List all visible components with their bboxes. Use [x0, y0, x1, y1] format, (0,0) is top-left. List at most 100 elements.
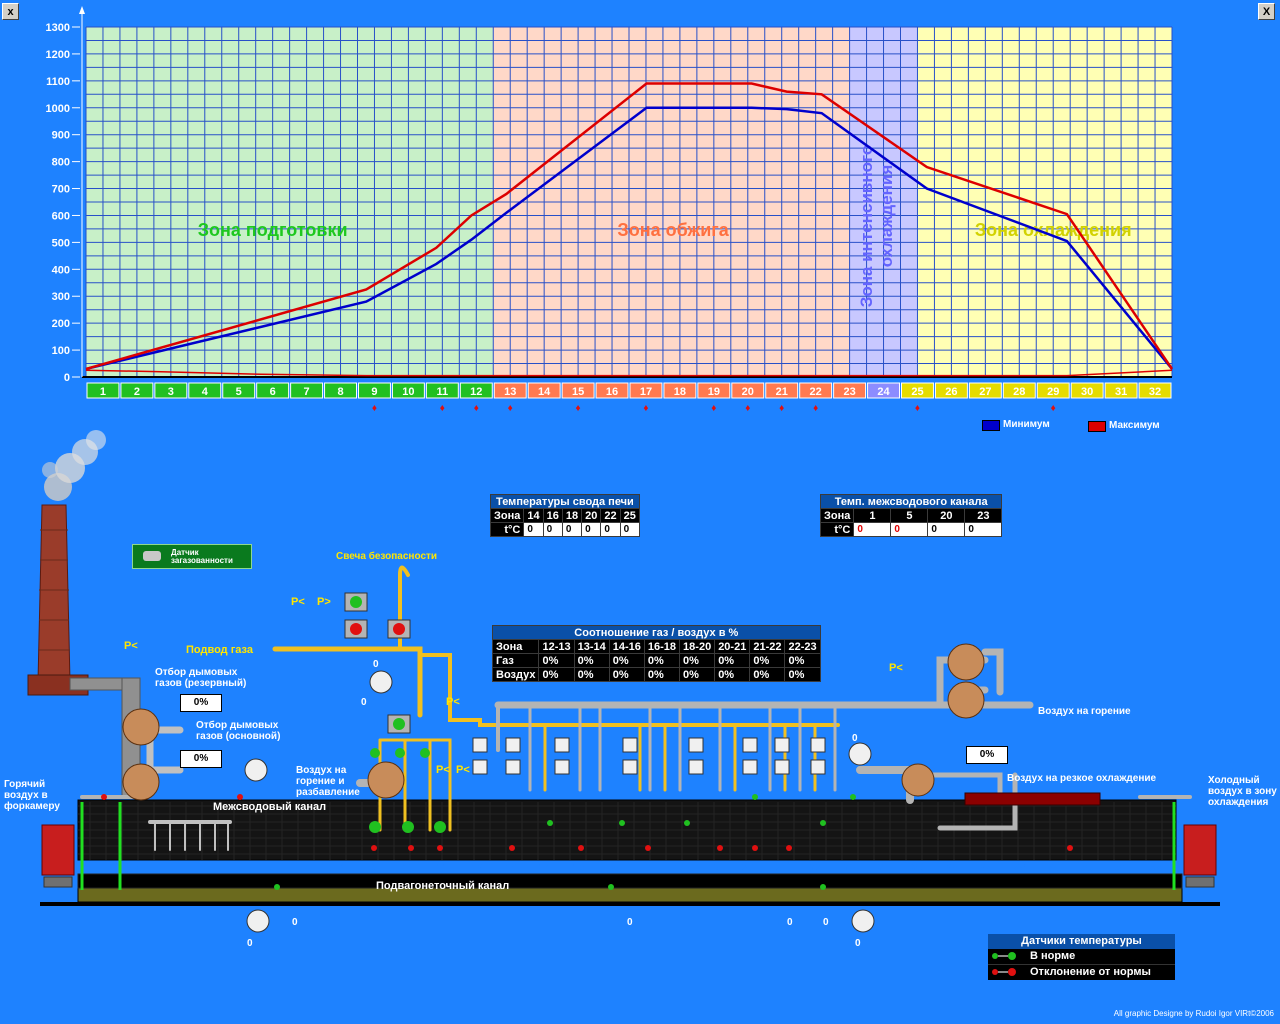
- zone-number: 13: [504, 386, 516, 398]
- kiln-position-number: 21: [775, 862, 788, 874]
- kiln-position-number: 9: [371, 862, 378, 874]
- temperature-sensor-icon: [619, 820, 625, 826]
- marker-icon: ♦: [813, 403, 818, 414]
- channel-temp-value: 0: [890, 522, 929, 537]
- kiln-position-number: 1: [99, 862, 107, 874]
- chimney: [27, 504, 89, 696]
- gas-sensor-button[interactable]: Датчик загазованности: [132, 544, 252, 569]
- gas-value: 0%: [643, 653, 681, 668]
- burner-control: [688, 737, 704, 753]
- burner-control: [742, 737, 758, 753]
- gas-air-zone: 12-13: [538, 639, 575, 654]
- zone-number: 8: [337, 386, 343, 398]
- burner-control: [774, 759, 790, 775]
- kiln-position-number: 22: [809, 862, 822, 874]
- marker-icon: ♦: [474, 403, 479, 414]
- marker-icon: ♦: [372, 403, 377, 414]
- marker-icon: ♦: [1051, 403, 1056, 414]
- vault-temp-header: t°C: [489, 522, 525, 537]
- undercar-channel-label: Подвагонеточный канал: [376, 880, 510, 892]
- air-value: 0%: [714, 667, 751, 682]
- zone-number: 11: [437, 386, 449, 398]
- zone-number: 10: [402, 386, 414, 398]
- zone-number: 6: [270, 386, 276, 398]
- temperature-sensor-icon: [786, 845, 792, 851]
- y-tick-label: 0: [64, 372, 70, 384]
- temperature-sensor-icon: [820, 820, 826, 826]
- burner-control: [622, 759, 638, 775]
- smoke: [42, 430, 106, 501]
- zone-number: 32: [1149, 386, 1161, 398]
- kiln-position-number: 24: [877, 862, 890, 874]
- temperature-sensor-icon: [850, 794, 856, 800]
- burner-control: [810, 759, 826, 775]
- deviation-sensor-icon: [1008, 968, 1016, 976]
- safety-candle-label: Свеча безопасности: [336, 551, 438, 562]
- zone-number: 18: [674, 386, 686, 398]
- quick-cool-percent: 0%: [966, 746, 1008, 764]
- gas-air-zone: 18-20: [679, 639, 716, 654]
- temperature-sensor-icon: [752, 845, 758, 851]
- air-value: 0%: [643, 667, 681, 682]
- gas-value: 0%: [608, 653, 645, 668]
- zone-number: 24: [877, 386, 890, 398]
- y-tick-label: 1100: [46, 76, 70, 88]
- gas-value: 0%: [784, 653, 821, 668]
- y-tick-label: 1300: [46, 22, 70, 34]
- sensor-line-icon: [998, 955, 1008, 957]
- kiln-position-number: 10: [402, 862, 415, 874]
- vault-zone: 25: [619, 508, 640, 523]
- temperature-sensor-icon: [717, 845, 723, 851]
- zone-number: 15: [572, 386, 584, 398]
- flue-main-percent: 0%: [180, 750, 222, 768]
- quick-cool-air-label: Воздух на резкое охлаждение: [1007, 773, 1157, 784]
- flue-reserve-label: Отбор дымовых газов (резервный): [155, 667, 247, 689]
- pressure-less-icon: P<: [436, 764, 450, 776]
- marker-icon: ♦: [915, 403, 920, 414]
- zone-label: Зона интенсивного: [857, 145, 876, 308]
- pressure-less-icon: P<: [446, 696, 460, 708]
- vault-temp-value: 0: [600, 522, 621, 537]
- marker-icon: ♦: [779, 403, 784, 414]
- zone-number: 2: [134, 386, 140, 398]
- marker-icon: ♦: [711, 403, 716, 414]
- kiln-position-number: 13: [504, 862, 517, 874]
- kiln-position-number: 14: [538, 862, 551, 874]
- brick-cart-right: [1183, 824, 1217, 888]
- gas-air-title: Соотношение газ / воздух в %: [492, 625, 821, 640]
- zone-number: 3: [168, 386, 174, 398]
- y-tick-label: 500: [52, 237, 70, 249]
- channel-zone-header: Зона: [819, 508, 855, 523]
- channel-zone: 5: [890, 508, 929, 523]
- marker-icon: ♦: [745, 403, 750, 414]
- gas-sensor-icon: [143, 551, 161, 561]
- vault-zone: 18: [561, 508, 583, 523]
- burn-air-dilution-label: Воздух на горение и разбавление: [296, 765, 360, 798]
- kiln-position-number: 25: [911, 862, 924, 874]
- kiln-position-number: 4: [201, 862, 208, 874]
- gas-value: 0%: [679, 653, 716, 668]
- kiln-position-number: 27: [979, 862, 992, 874]
- gauge-value: 0: [627, 917, 633, 928]
- channel-zone: 20: [927, 508, 966, 523]
- normal-sensor-icon: [1008, 952, 1016, 960]
- gas-value: 0%: [749, 653, 786, 668]
- zone-number: 1: [100, 386, 106, 398]
- air-row-header: Воздух: [491, 667, 540, 682]
- channel-temp-value: 0: [964, 522, 1003, 537]
- gauge-value: 0: [855, 938, 861, 949]
- zone-number: 30: [1081, 386, 1093, 398]
- legend-min-label: Минимум: [1003, 419, 1050, 430]
- temperature-sensor-icon: [820, 884, 826, 890]
- kiln-position-number: 20: [741, 862, 754, 874]
- zone-number: 23: [843, 386, 855, 398]
- temperature-sensor-icon: [274, 884, 280, 890]
- marker-icon: ♦: [508, 403, 513, 414]
- zone-number: 17: [640, 386, 652, 398]
- zone-number: 29: [1047, 386, 1059, 398]
- vault-temp-value: 0: [581, 522, 602, 537]
- gauge-value: 0: [292, 917, 298, 928]
- zone-number: 28: [1013, 386, 1025, 398]
- burner-control: [774, 737, 790, 753]
- vault-zone-header: Зона: [489, 508, 525, 523]
